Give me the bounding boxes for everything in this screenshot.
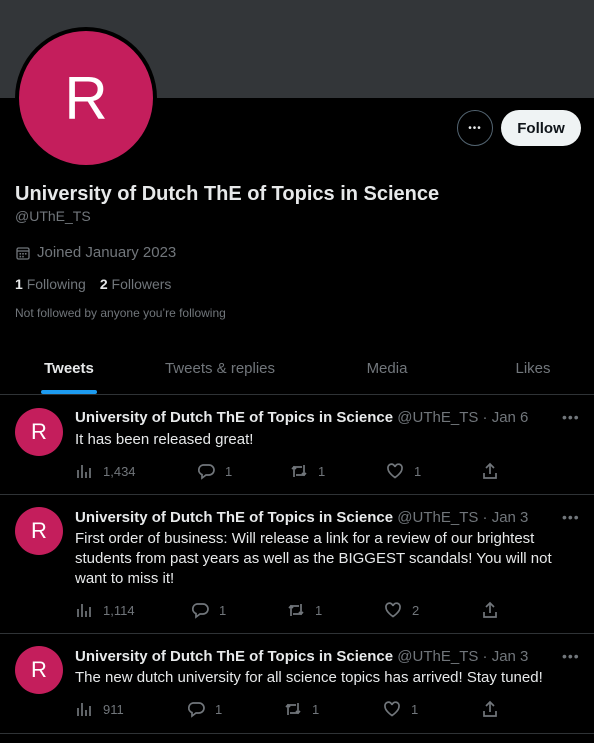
tab-tweets-replies[interactable]: Tweets & replies bbox=[138, 343, 302, 394]
share-icon bbox=[483, 462, 497, 479]
tweet[interactable]: R University of Dutch ThE of Topics in S… bbox=[0, 634, 594, 734]
share-icon bbox=[483, 700, 497, 717]
tweet-text: The new dutch university for all science… bbox=[75, 669, 543, 686]
tab-label: Media bbox=[366, 360, 408, 377]
tab-media[interactable]: Media bbox=[302, 343, 472, 394]
tweet-text: First order of business: Will release a … bbox=[75, 530, 552, 587]
share-button[interactable] bbox=[481, 462, 499, 480]
views-count: 1,434 bbox=[103, 463, 136, 479]
retweet-icon bbox=[285, 703, 301, 715]
tweet-author-name[interactable]: University of Dutch ThE of Topics in Sci… bbox=[75, 409, 393, 426]
tweet-avatar[interactable]: R bbox=[15, 646, 63, 694]
joined-label: Joined January 2023 bbox=[37, 244, 177, 261]
views-icon bbox=[77, 465, 91, 478]
tweet-more-button[interactable]: ••• bbox=[562, 409, 582, 429]
following-link[interactable]: 1 Following bbox=[15, 276, 86, 292]
like-button[interactable]: 2 bbox=[384, 601, 419, 619]
tweet-meta: @UThE_TS · Jan 6 bbox=[397, 409, 529, 426]
following-label: Following bbox=[26, 276, 86, 292]
tweet-text: It has been released great! bbox=[75, 431, 254, 448]
reply-count: 1 bbox=[225, 463, 233, 479]
heart-icon bbox=[387, 463, 403, 479]
retweet-button[interactable]: 1 bbox=[284, 700, 319, 718]
more-options-button[interactable]: ••• bbox=[457, 110, 493, 146]
tweet-more-button[interactable]: ••• bbox=[562, 509, 582, 529]
retweet-icon bbox=[288, 604, 304, 616]
active-tab-indicator bbox=[41, 390, 97, 394]
tab-label: Tweets & replies bbox=[164, 360, 276, 377]
views-button[interactable]: 911 bbox=[75, 700, 124, 718]
following-count: 1 bbox=[15, 276, 23, 292]
tweet[interactable]: R University of Dutch ThE of Topics in S… bbox=[0, 396, 594, 495]
more-icon: ••• bbox=[468, 122, 482, 134]
tweet-more-button[interactable]: ••• bbox=[562, 648, 582, 668]
retweet-button[interactable]: 1 bbox=[287, 601, 322, 619]
reply-icon bbox=[187, 702, 205, 718]
profile-avatar-letter: R bbox=[19, 31, 153, 165]
tweet-meta: @UThE_TS · Jan 3 bbox=[397, 648, 529, 665]
like-count: 1 bbox=[414, 463, 422, 479]
like-count: 2 bbox=[412, 602, 420, 618]
follow-stats: 1 Following 2 Followers bbox=[15, 276, 171, 292]
reply-count: 1 bbox=[215, 701, 223, 717]
followers-link[interactable]: 2 Followers bbox=[100, 276, 172, 292]
tweet-author-name[interactable]: University of Dutch ThE of Topics in Sci… bbox=[75, 509, 393, 526]
tweet-actions: 1,434 1 1 1 bbox=[75, 462, 505, 482]
share-button[interactable] bbox=[481, 601, 499, 619]
views-icon bbox=[77, 703, 91, 716]
reply-icon bbox=[191, 603, 209, 619]
like-button[interactable]: 1 bbox=[386, 462, 421, 480]
profile-avatar[interactable]: R bbox=[15, 27, 157, 169]
heart-icon bbox=[384, 701, 400, 717]
reply-count: 1 bbox=[219, 602, 227, 618]
followers-count: 2 bbox=[99, 276, 108, 292]
retweet-icon bbox=[291, 465, 307, 477]
retweet-button[interactable]: 1 bbox=[290, 462, 325, 480]
views-button[interactable]: 1,434 bbox=[75, 462, 136, 480]
like-count: 1 bbox=[411, 701, 419, 717]
profile-handle: @UThE_TS bbox=[15, 208, 91, 224]
views-button[interactable]: 1,114 bbox=[75, 601, 135, 619]
tweet-header: University of Dutch ThE of Topics in Sci… bbox=[75, 648, 528, 665]
tweet-actions: 1,114 1 1 2 bbox=[75, 601, 505, 621]
views-icon bbox=[77, 604, 91, 617]
retweet-count: 1 bbox=[315, 602, 323, 618]
tab-label: Likes bbox=[515, 360, 551, 377]
tweet-author-name[interactable]: University of Dutch ThE of Topics in Sci… bbox=[75, 648, 393, 665]
like-button[interactable]: 1 bbox=[383, 700, 418, 718]
tweet-header: University of Dutch ThE of Topics in Sci… bbox=[75, 509, 528, 526]
views-count: 1,114 bbox=[103, 602, 135, 618]
tab-label: Tweets bbox=[44, 360, 94, 377]
joined-date: Joined January 2023 bbox=[15, 244, 176, 261]
calendar-icon bbox=[16, 246, 30, 260]
tweet-actions: 911 1 1 1 bbox=[75, 700, 505, 720]
not-followed-note: Not followed by anyone you’re following bbox=[15, 306, 226, 320]
reply-button[interactable]: 1 bbox=[191, 601, 226, 619]
tweet-meta: @UThE_TS · Jan 3 bbox=[397, 509, 529, 526]
heart-icon bbox=[385, 602, 401, 618]
followers-label: Followers bbox=[111, 276, 172, 292]
tweet[interactable]: R University of Dutch ThE of Topics in S… bbox=[0, 495, 594, 634]
profile-name: University of Dutch ThE of Topics in Sci… bbox=[15, 183, 440, 205]
tweet-header: University of Dutch ThE of Topics in Sci… bbox=[75, 409, 528, 426]
tab-tweets[interactable]: Tweets bbox=[0, 343, 138, 394]
follow-button[interactable]: Follow bbox=[501, 110, 581, 146]
retweet-count: 1 bbox=[318, 463, 326, 479]
share-button[interactable] bbox=[481, 700, 499, 718]
retweet-count: 1 bbox=[312, 701, 320, 717]
tweet-avatar[interactable]: R bbox=[15, 507, 63, 555]
views-count: 911 bbox=[103, 701, 124, 717]
tab-likes[interactable]: Likes bbox=[472, 343, 594, 394]
reply-icon bbox=[197, 464, 215, 480]
reply-button[interactable]: 1 bbox=[197, 462, 232, 480]
reply-button[interactable]: 1 bbox=[187, 700, 222, 718]
profile-tabs: Tweets Tweets & replies Media Likes bbox=[0, 343, 594, 395]
share-icon bbox=[483, 601, 497, 618]
tweet-avatar[interactable]: R bbox=[15, 408, 63, 456]
